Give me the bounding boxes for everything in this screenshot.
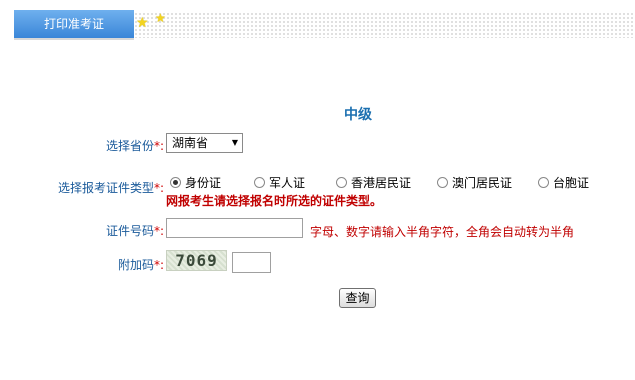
radio-id-card[interactable]: 身份证: [170, 174, 221, 191]
header-bar: 打印准考证 ★ ★: [0, 10, 635, 40]
province-select-value: 湖南省: [172, 136, 209, 150]
captcha-input[interactable]: [232, 252, 271, 273]
captcha-label-text: 附加码: [117, 258, 154, 272]
id-number-label: 证件号码*:: [60, 222, 164, 239]
province-label-text: 选择省份: [105, 139, 154, 153]
radio-taiwan-id[interactable]: 台胞证: [538, 174, 589, 191]
captcha-image: 7069: [166, 250, 227, 271]
radio-icon-selected: [170, 177, 181, 188]
radio-label: 台胞证: [553, 176, 590, 190]
star-icon: ★: [136, 15, 149, 31]
radio-icon: [437, 177, 448, 188]
radio-label: 香港居民证: [351, 176, 412, 190]
required-mark: *:: [153, 258, 164, 272]
chevron-down-icon: ▼: [231, 138, 238, 147]
page-title: 中级: [344, 107, 372, 123]
tab-print-admission-ticket[interactable]: 打印准考证: [14, 10, 134, 40]
id-type-label: 选择报考证件类型*:: [20, 179, 164, 196]
radio-military-id[interactable]: 军人证: [254, 174, 305, 191]
radio-macau-id[interactable]: 澳门居民证: [437, 174, 512, 191]
dotted-strip: [134, 12, 635, 38]
radio-icon: [254, 177, 265, 188]
radio-icon: [538, 177, 549, 188]
province-select[interactable]: 湖南省 ▼: [166, 133, 243, 153]
star-icon: ★: [155, 11, 166, 25]
id-number-label-text: 证件号码: [105, 224, 154, 238]
id-type-note: 网报考生请选择报名时所选的证件类型。: [166, 194, 383, 208]
province-label: 选择省份*:: [60, 137, 164, 154]
captcha-label: 附加码*:: [60, 256, 164, 273]
required-mark: *:: [153, 139, 164, 153]
radio-icon: [336, 177, 347, 188]
radio-label: 身份证: [185, 176, 222, 190]
id-type-label-text: 选择报考证件类型: [57, 181, 154, 195]
required-mark: *:: [153, 181, 164, 195]
radio-hongkong-id[interactable]: 香港居民证: [336, 174, 411, 191]
required-mark: *:: [153, 224, 164, 238]
id-number-hint: 字母、数字请输入半角字符，全角会自动转为半角: [310, 225, 575, 239]
radio-label: 澳门居民证: [452, 176, 513, 190]
query-button[interactable]: 查询: [339, 288, 376, 308]
id-number-input[interactable]: [166, 218, 303, 238]
radio-label: 军人证: [269, 176, 306, 190]
